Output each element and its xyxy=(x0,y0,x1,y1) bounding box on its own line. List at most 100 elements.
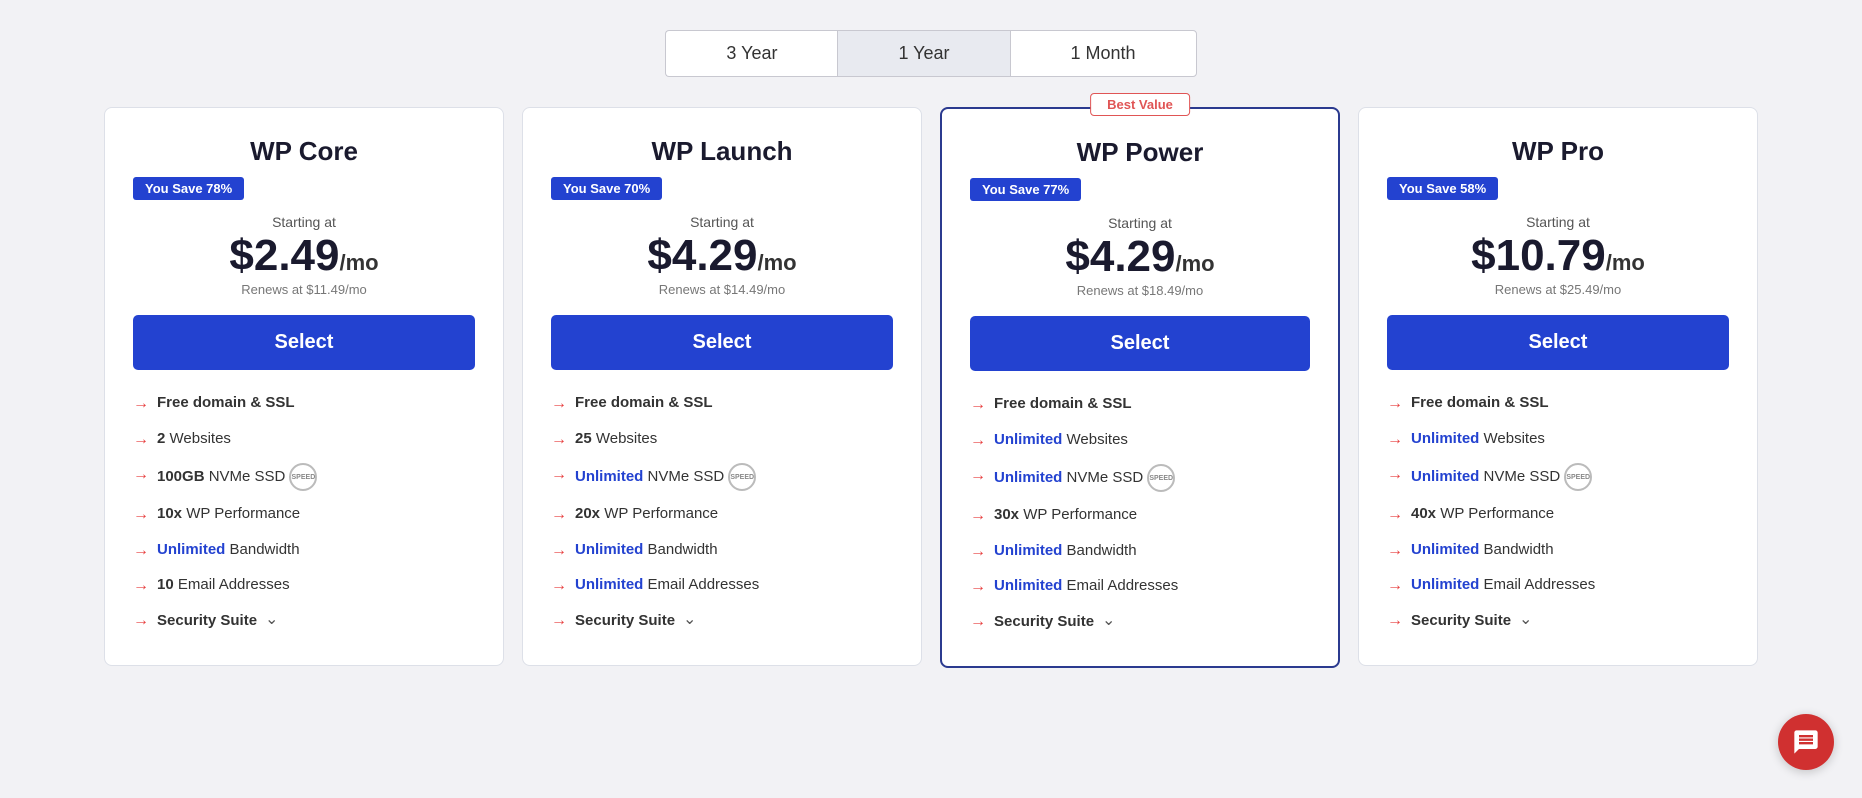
feature-text: Unlimited NVMe SSD SPEED xyxy=(575,463,756,491)
feature-text: Security Suite ⌄ xyxy=(1411,609,1532,631)
arrow-icon: → xyxy=(970,576,986,598)
feature-item: → Security Suite ⌄ xyxy=(970,610,1310,633)
arrow-icon: → xyxy=(970,430,986,452)
arrow-icon: → xyxy=(1387,610,1403,632)
feature-text: Free domain & SSL xyxy=(994,393,1132,414)
security-suite-row[interactable]: Security Suite ⌄ xyxy=(1411,609,1532,631)
feature-text: Unlimited Email Addresses xyxy=(575,574,759,595)
feature-item: → Unlimited Bandwidth xyxy=(133,539,475,562)
feature-item: → Security Suite ⌄ xyxy=(1387,609,1729,632)
feature-item: → Unlimited Email Addresses xyxy=(551,574,893,597)
select-button[interactable]: Select xyxy=(1387,315,1729,370)
feature-item: → 25 Websites xyxy=(551,428,893,451)
you-save-badge: You Save 70% xyxy=(551,177,893,214)
feature-text: 2 Websites xyxy=(157,428,231,449)
feature-item: → Unlimited NVMe SSD SPEED xyxy=(1387,463,1729,491)
arrow-icon: → xyxy=(551,540,567,562)
plan-name: WP Core xyxy=(133,136,475,167)
select-button[interactable]: Select xyxy=(133,315,475,370)
period-btn-3-year[interactable]: 3 Year xyxy=(665,30,837,77)
security-suite-row[interactable]: Security Suite ⌄ xyxy=(157,609,278,631)
feature-text: Free domain & SSL xyxy=(575,392,713,413)
feature-item: → Security Suite ⌄ xyxy=(551,609,893,632)
feature-text: Unlimited Bandwidth xyxy=(1411,539,1554,560)
feature-list: → Free domain & SSL → Unlimited Websites… xyxy=(1387,392,1729,632)
arrow-icon: → xyxy=(1387,575,1403,597)
feature-item: → Unlimited Websites xyxy=(970,429,1310,452)
feature-item: → 40x WP Performance xyxy=(1387,503,1729,526)
feature-item: → Unlimited Bandwidth xyxy=(551,539,893,562)
arrow-icon: → xyxy=(1387,429,1403,451)
plan-price: $4.29/mo xyxy=(970,233,1310,281)
plan-card-wp-core: WP Core You Save 78% Starting at $2.49/m… xyxy=(104,107,504,666)
security-suite-row[interactable]: Security Suite ⌄ xyxy=(994,610,1115,632)
feature-text: 20x WP Performance xyxy=(575,503,718,524)
feature-item: → 100GB NVMe SSD SPEED xyxy=(133,463,475,491)
plan-name: WP Power xyxy=(970,137,1310,168)
plan-price: $4.29/mo xyxy=(551,232,893,280)
arrow-icon: → xyxy=(970,394,986,416)
arrow-icon: → xyxy=(551,464,567,486)
renews-at: Renews at $14.49/mo xyxy=(551,282,893,297)
plan-name: WP Launch xyxy=(551,136,893,167)
feature-text: 40x WP Performance xyxy=(1411,503,1554,524)
you-save-badge: You Save 78% xyxy=(133,177,475,214)
starting-at-label: Starting at xyxy=(133,214,475,230)
starting-at-label: Starting at xyxy=(551,214,893,230)
you-save-badge: You Save 58% xyxy=(1387,177,1729,214)
arrow-icon: → xyxy=(1387,540,1403,562)
arrow-icon: → xyxy=(133,429,149,451)
best-value-badge: Best Value xyxy=(1090,93,1190,116)
feature-text: Unlimited Email Addresses xyxy=(1411,574,1595,595)
feature-text: Unlimited Websites xyxy=(994,429,1128,450)
chevron-down-icon: ⌄ xyxy=(1519,609,1532,631)
feature-text: Security Suite ⌄ xyxy=(157,609,278,631)
select-button[interactable]: Select xyxy=(970,316,1310,371)
speed-icon: SPEED xyxy=(1147,464,1175,492)
renews-at: Renews at $18.49/mo xyxy=(970,283,1310,298)
renews-at: Renews at $25.49/mo xyxy=(1387,282,1729,297)
speed-icon: SPEED xyxy=(728,463,756,491)
chevron-down-icon: ⌄ xyxy=(265,609,278,631)
feature-item: → Unlimited Email Addresses xyxy=(1387,574,1729,597)
feature-text: Security Suite ⌄ xyxy=(575,609,696,631)
feature-item: → Free domain & SSL xyxy=(970,393,1310,416)
feature-item: → Security Suite ⌄ xyxy=(133,609,475,632)
arrow-icon: → xyxy=(1387,504,1403,526)
feature-item: → Unlimited NVMe SSD SPEED xyxy=(551,463,893,491)
feature-item: → Unlimited Email Addresses xyxy=(970,575,1310,598)
feature-text: Unlimited Email Addresses xyxy=(994,575,1178,596)
arrow-icon: → xyxy=(133,610,149,632)
feature-text: 10x WP Performance xyxy=(157,503,300,524)
feature-text: Unlimited NVMe SSD SPEED xyxy=(994,464,1175,492)
feature-text: Unlimited NVMe SSD SPEED xyxy=(1411,463,1592,491)
feature-item: → 2 Websites xyxy=(133,428,475,451)
security-suite-row[interactable]: Security Suite ⌄ xyxy=(575,609,696,631)
speed-icon: SPEED xyxy=(1564,463,1592,491)
arrow-icon: → xyxy=(970,465,986,487)
plan-card-wp-pro: WP Pro You Save 58% Starting at $10.79/m… xyxy=(1358,107,1758,666)
arrow-icon: → xyxy=(133,575,149,597)
chat-button[interactable] xyxy=(1778,714,1834,770)
you-save-badge: You Save 77% xyxy=(970,178,1310,215)
select-button[interactable]: Select xyxy=(551,315,893,370)
plan-name: WP Pro xyxy=(1387,136,1729,167)
period-btn-1-month[interactable]: 1 Month xyxy=(1010,30,1197,77)
feature-list: → Free domain & SSL → 2 Websites → 100GB… xyxy=(133,392,475,632)
feature-item: → 10 Email Addresses xyxy=(133,574,475,597)
feature-text: Free domain & SSL xyxy=(157,392,295,413)
plan-price: $2.49/mo xyxy=(133,232,475,280)
feature-item: → Unlimited Websites xyxy=(1387,428,1729,451)
arrow-icon: → xyxy=(551,393,567,415)
feature-text: Unlimited Bandwidth xyxy=(994,540,1137,561)
feature-text: 100GB NVMe SSD SPEED xyxy=(157,463,317,491)
feature-text: 30x WP Performance xyxy=(994,504,1137,525)
arrow-icon: → xyxy=(133,393,149,415)
feature-item: → Unlimited NVMe SSD SPEED xyxy=(970,464,1310,492)
feature-item: → 20x WP Performance xyxy=(551,503,893,526)
feature-item: → Unlimited Bandwidth xyxy=(1387,539,1729,562)
feature-list: → Free domain & SSL → Unlimited Websites… xyxy=(970,393,1310,633)
period-btn-1-year[interactable]: 1 Year xyxy=(837,30,1009,77)
arrow-icon: → xyxy=(551,429,567,451)
feature-text: 10 Email Addresses xyxy=(157,574,290,595)
